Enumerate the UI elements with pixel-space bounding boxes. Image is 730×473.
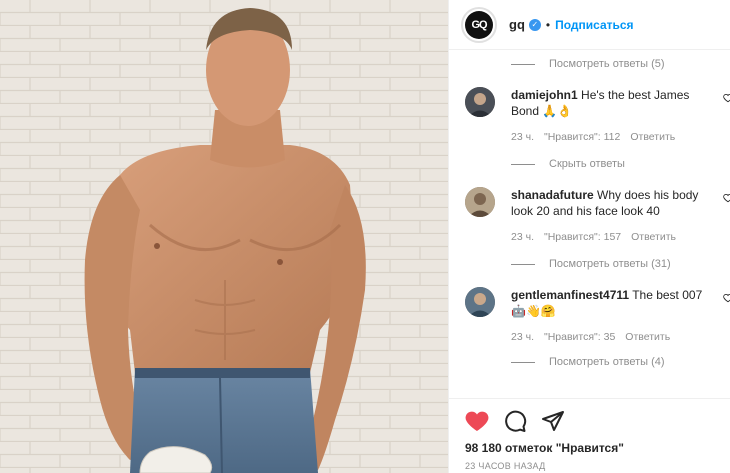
post-side-panel: GQ gq ✓ • Подписаться Посмотреть ответы … <box>448 0 730 473</box>
comment-time[interactable]: 23 ч. <box>511 131 534 143</box>
hide-replies-label: Скрыть ответы <box>549 158 625 170</box>
hide-replies-button[interactable]: Скрыть ответы <box>449 151 730 177</box>
gq-logo: GQ <box>465 10 493 39</box>
comment-text-block: shanadafuture Why does his body look 20 … <box>511 187 707 219</box>
comment-time[interactable]: 23 ч. <box>511 331 534 343</box>
view-replies-button[interactable]: Посмотреть ответы (31) <box>449 251 730 277</box>
view-replies-button[interactable]: Посмотреть ответы (4) <box>449 349 730 375</box>
replies-divider-line <box>511 263 535 265</box>
comment-text-block: damiejohn1 He's the best James Bond 🙏👌 <box>511 87 707 119</box>
likes-count[interactable]: 98 180 отметок "Нравится" <box>465 441 715 455</box>
reply-button[interactable]: Ответить <box>625 331 670 343</box>
post-photo[interactable] <box>0 0 448 473</box>
comment-likes[interactable]: "Нравится": 157 <box>544 231 621 243</box>
replies-divider-line <box>511 163 535 165</box>
comment-username[interactable]: damiejohn1 <box>511 88 578 102</box>
view-replies-label: Посмотреть ответы (31) <box>549 258 671 270</box>
heart-icon[interactable] <box>465 410 489 432</box>
comment-username[interactable]: shanadafuture <box>511 188 594 202</box>
replies-divider-line <box>511 63 535 65</box>
share-icon[interactable] <box>541 409 565 433</box>
commenter-avatar[interactable] <box>465 87 495 117</box>
comment-likes[interactable]: "Нравится": 35 <box>544 331 615 343</box>
comment-like-icon[interactable] <box>723 93 730 103</box>
comment-like-icon[interactable] <box>723 193 730 203</box>
comment-likes[interactable]: "Нравится": 112 <box>544 131 620 143</box>
comment-text-block: gentlemanfinest4711 The best 007 🤖👋🤗 <box>511 287 707 319</box>
comment-username[interactable]: gentlemanfinest4711 <box>511 288 629 302</box>
comment-meta: 23 ч. "Нравится": 35 Ответить <box>511 331 707 343</box>
comment-like-icon[interactable] <box>723 293 730 303</box>
comment-meta: 23 ч. "Нравится": 157 Ответить <box>511 231 707 243</box>
follow-button[interactable]: Подписаться <box>555 18 633 32</box>
commenter-avatar[interactable] <box>465 287 495 317</box>
comment-meta: 23 ч. "Нравится": 112 Ответить <box>511 131 707 143</box>
comment-item: damiejohn1 He's the best James Bond 🙏👌 2… <box>449 77 730 143</box>
comment-item: shanadafuture Why does his body look 20 … <box>449 177 730 243</box>
comment-time[interactable]: 23 ч. <box>511 231 534 243</box>
header-separator: • <box>545 17 551 32</box>
reply-button[interactable]: Ответить <box>631 231 676 243</box>
post-header: GQ gq ✓ • Подписаться <box>449 0 730 50</box>
verified-badge-icon: ✓ <box>528 18 541 31</box>
comment-icon[interactable] <box>503 409 527 433</box>
comment-item: gentlemanfinest4711 The best 007 🤖👋🤗 23 … <box>449 277 730 343</box>
commenter-avatar[interactable] <box>465 187 495 217</box>
post-image <box>0 0 448 473</box>
comments-list[interactable]: Посмотреть ответы (5) damiejohn1 He's th… <box>449 51 730 398</box>
post-actions: 98 180 отметок "Нравится" 23 ЧАСОВ НАЗАД <box>449 398 730 473</box>
view-replies-button[interactable]: Посмотреть ответы (5) <box>449 51 730 77</box>
action-icons <box>465 409 715 433</box>
view-replies-label: Посмотреть ответы (5) <box>549 58 665 70</box>
reply-button[interactable]: Ответить <box>630 131 675 143</box>
view-replies-label: Посмотреть ответы (4) <box>549 356 665 368</box>
post-timestamp[interactable]: 23 ЧАСОВ НАЗАД <box>465 461 715 471</box>
replies-divider-line <box>511 361 535 363</box>
account-username[interactable]: gq <box>509 17 525 32</box>
account-avatar[interactable]: GQ <box>461 6 497 43</box>
